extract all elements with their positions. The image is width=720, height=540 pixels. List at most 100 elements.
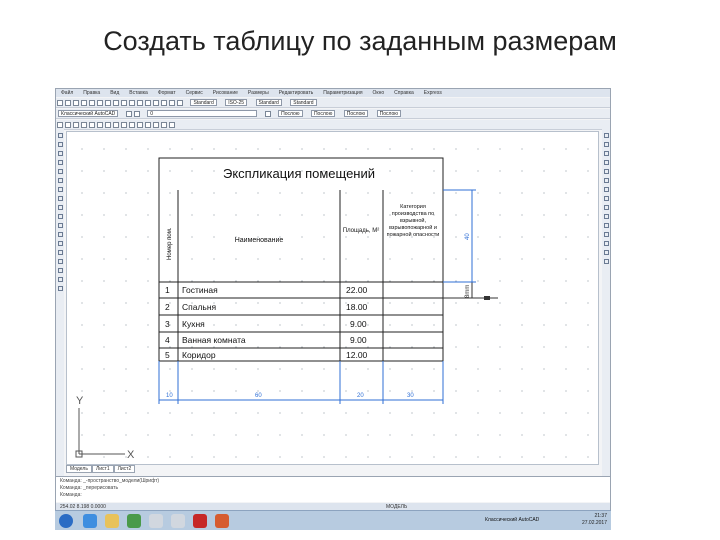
app-icon-1[interactable] — [149, 514, 163, 528]
lineweight-select[interactable]: Поcлою — [343, 110, 369, 117]
polygon-icon[interactable] — [57, 160, 63, 165]
make-current-icon[interactable] — [264, 111, 271, 117]
ellipse-icon[interactable] — [57, 214, 63, 219]
layer-state-icon[interactable] — [133, 111, 140, 117]
rotate-icon[interactable] — [97, 122, 103, 128]
menu-draw[interactable]: Рисование — [208, 90, 243, 96]
mirror-icon[interactable] — [73, 122, 79, 128]
stretch-icon[interactable] — [113, 122, 119, 128]
break-right-icon[interactable] — [603, 232, 609, 237]
design-center-icon[interactable] — [161, 100, 167, 106]
menu-help[interactable]: Справка — [389, 90, 419, 96]
spline-icon[interactable] — [57, 205, 63, 210]
copy-object-icon[interactable] — [603, 142, 609, 147]
make-block-icon[interactable] — [57, 232, 63, 237]
pan-icon[interactable] — [129, 100, 135, 106]
layer-manager-icon[interactable] — [125, 111, 132, 117]
circle-icon[interactable] — [57, 187, 63, 192]
tab-model[interactable]: Модель — [66, 465, 92, 473]
paste-icon[interactable] — [105, 100, 111, 106]
plot-style-select[interactable]: Поcлою — [376, 110, 402, 117]
rectangle-icon[interactable] — [57, 169, 63, 174]
command-window[interactable]: Команда: _-пространство_модели(Шрифт) Ко… — [56, 476, 610, 502]
new-icon[interactable] — [57, 100, 63, 106]
move-icon[interactable] — [89, 122, 95, 128]
fillet-icon[interactable] — [161, 122, 167, 128]
zoom-window-icon[interactable] — [145, 100, 151, 106]
app-icon-2[interactable] — [171, 514, 185, 528]
construction-line-icon[interactable] — [57, 142, 63, 147]
stretch-right-icon[interactable] — [603, 205, 609, 210]
menu-modify[interactable]: Редактировать — [274, 90, 319, 96]
extend-right-icon[interactable] — [603, 223, 609, 228]
zoom-icon[interactable] — [137, 100, 143, 106]
menu-window[interactable]: Окно — [368, 90, 390, 96]
taskbar-app-label[interactable]: Классический AutoCAD — [485, 517, 539, 523]
linetype-select[interactable]: Поcлою — [310, 110, 336, 117]
fillet-right-icon[interactable] — [603, 250, 609, 255]
tool-palette-icon[interactable] — [169, 100, 175, 106]
help-icon[interactable] — [177, 100, 183, 106]
tab-layout2[interactable]: Лист2 — [113, 465, 136, 473]
region-icon[interactable] — [57, 268, 63, 273]
revision-cloud-icon[interactable] — [57, 196, 63, 201]
break-icon[interactable] — [137, 122, 143, 128]
menu-edit[interactable]: Правка — [78, 90, 105, 96]
mleader-style-select[interactable]: Standard — [290, 99, 317, 106]
menu-insert[interactable]: Вставка — [124, 90, 153, 96]
table-icon[interactable] — [57, 277, 63, 282]
trim-right-icon[interactable] — [603, 214, 609, 219]
polyline-icon[interactable] — [57, 151, 63, 156]
grip-marker[interactable] — [484, 296, 490, 300]
color-select[interactable]: Поcлою — [278, 110, 303, 117]
start-button-icon[interactable] — [59, 514, 73, 528]
trim-icon[interactable] — [121, 122, 127, 128]
table-style-select[interactable]: Standard — [255, 99, 282, 106]
internet-explorer-icon[interactable] — [83, 514, 97, 528]
autocad-taskbar-icon[interactable] — [193, 514, 207, 528]
scale-right-icon[interactable] — [603, 196, 609, 201]
menu-view[interactable]: Вид — [105, 90, 124, 96]
extend-icon[interactable] — [129, 122, 135, 128]
match-properties-icon[interactable] — [57, 122, 63, 128]
layer-select[interactable]: 0 — [147, 110, 258, 117]
insert-block-icon[interactable] — [57, 223, 63, 228]
scale-icon[interactable] — [105, 122, 111, 128]
menu-express[interactable]: Express — [419, 90, 447, 96]
dim-style-select[interactable]: ISO-25 — [225, 99, 248, 106]
command-prompt[interactable]: Команда: — [60, 492, 608, 499]
move-right-icon[interactable] — [603, 178, 609, 183]
menu-dimension[interactable]: Размеры — [243, 90, 274, 96]
mirror-right-icon[interactable] — [603, 151, 609, 156]
print-icon[interactable] — [81, 100, 87, 106]
menu-format[interactable]: Формат — [153, 90, 181, 96]
save-icon[interactable] — [73, 100, 79, 106]
undo-icon[interactable] — [113, 100, 119, 106]
explode-right-icon[interactable] — [603, 259, 609, 264]
offset-right-icon[interactable] — [603, 160, 609, 165]
chamfer-icon[interactable] — [153, 122, 159, 128]
rotate-right-icon[interactable] — [603, 187, 609, 192]
media-player-icon[interactable] — [127, 514, 141, 528]
menu-file[interactable]: Файл — [56, 90, 78, 96]
explode-icon[interactable] — [169, 122, 175, 128]
gradient-icon[interactable] — [57, 259, 63, 264]
mtext-icon[interactable] — [57, 286, 63, 291]
array-right-icon[interactable] — [603, 169, 609, 174]
line-icon[interactable] — [57, 133, 63, 138]
arc-icon[interactable] — [57, 178, 63, 183]
cut-icon[interactable] — [89, 100, 95, 106]
join-icon[interactable] — [145, 122, 151, 128]
text-style-select[interactable]: Standard — [190, 99, 217, 106]
chamfer-right-icon[interactable] — [603, 241, 609, 246]
drawing-canvas[interactable]: Экспликация помещений Номер пом. Наимено… — [66, 131, 599, 465]
workspace-select[interactable]: Классический AutoCAD — [58, 110, 119, 117]
array-icon[interactable] — [65, 122, 71, 128]
powerpoint-icon[interactable] — [215, 514, 229, 528]
menu-parametric[interactable]: Параметризация — [318, 90, 367, 96]
menu-tools[interactable]: Сервис — [181, 90, 208, 96]
offset-icon[interactable] — [81, 122, 87, 128]
hatch-icon[interactable] — [57, 250, 63, 255]
tab-layout1[interactable]: Лист1 — [91, 465, 114, 473]
redo-icon[interactable] — [121, 100, 127, 106]
